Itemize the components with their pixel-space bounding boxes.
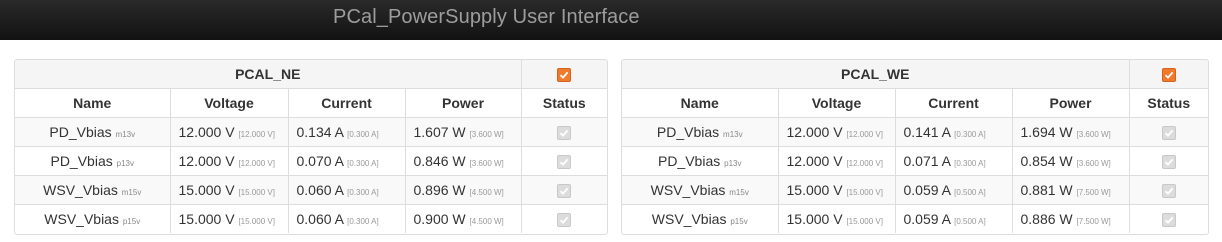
table-row: PD_Vbias m13v 12.000 V [12.000 V] 0.141 … bbox=[622, 117, 1208, 147]
power-cell: 1.694 W [3.600 W] bbox=[1011, 117, 1130, 147]
voltage-cell: 12.000 V [12.000 V] bbox=[169, 117, 289, 147]
status-cell bbox=[520, 146, 607, 176]
panel-pcal-we: PCAL_WE Name Voltage Current Power Statu… bbox=[621, 59, 1209, 235]
current-cell: 0.134 A [0.300 A] bbox=[287, 117, 406, 147]
status-checkbox bbox=[1161, 184, 1176, 199]
channel-name: PD_Vbias m13v bbox=[15, 117, 171, 147]
status-cell bbox=[520, 117, 607, 147]
col-header-status: Status bbox=[520, 88, 607, 118]
col-header-voltage: Voltage bbox=[169, 88, 289, 118]
system-enable-checkbox[interactable] bbox=[557, 68, 572, 83]
col-header-power: Power bbox=[1011, 88, 1130, 118]
col-header-name: Name bbox=[15, 88, 171, 118]
channel-name: PD_Vbias m13v bbox=[622, 117, 779, 147]
power-cell: 0.854 W [3.600 W] bbox=[1011, 146, 1130, 176]
current-cell: 0.060 A [0.300 A] bbox=[287, 175, 406, 205]
power-cell: 0.896 W [4.500 W] bbox=[404, 175, 522, 205]
enable-cell bbox=[1128, 60, 1208, 89]
checkmark-icon bbox=[560, 158, 569, 167]
voltage-cell: 15.000 V [15.000 V] bbox=[777, 204, 896, 233]
current-cell: 0.071 A [0.300 A] bbox=[894, 146, 1013, 176]
status-cell bbox=[1128, 175, 1208, 205]
checkmark-icon bbox=[1164, 71, 1174, 80]
table-row: PD_Vbias m13v 12.000 V [12.000 V] 0.134 … bbox=[15, 117, 607, 147]
current-cell: 0.141 A [0.300 A] bbox=[894, 117, 1013, 147]
voltage-cell: 15.000 V [15.000 V] bbox=[169, 175, 289, 205]
system-title: PCAL_WE bbox=[622, 60, 1130, 89]
table-row: PD_Vbias p13v 12.000 V [12.000 V] 0.071 … bbox=[622, 146, 1208, 176]
col-header-voltage: Voltage bbox=[777, 88, 896, 118]
status-cell bbox=[1128, 146, 1208, 176]
app-title: PCal_PowerSupply User Interface bbox=[333, 6, 640, 28]
status-cell bbox=[520, 175, 607, 205]
supply-table: PCAL_NE Name Voltage Current Power Statu… bbox=[15, 60, 607, 233]
table-row: WSV_Vbias p15v 15.000 V [15.000 V] 0.060… bbox=[15, 204, 607, 233]
panel-pcal-ne: PCAL_NE Name Voltage Current Power Statu… bbox=[14, 59, 608, 235]
col-header-power: Power bbox=[404, 88, 522, 118]
power-cell: 0.900 W [4.500 W] bbox=[404, 204, 522, 233]
current-cell: 0.059 A [0.500 A] bbox=[894, 204, 1013, 233]
col-header-name: Name bbox=[622, 88, 779, 118]
system-enable-checkbox[interactable] bbox=[1161, 68, 1176, 83]
col-header-current: Current bbox=[287, 88, 406, 118]
status-checkbox bbox=[557, 213, 572, 228]
checkmark-icon bbox=[1164, 129, 1174, 138]
current-cell: 0.059 A [0.500 A] bbox=[894, 175, 1013, 205]
voltage-cell: 12.000 V [12.000 V] bbox=[777, 146, 896, 176]
power-cell: 1.607 W [3.600 W] bbox=[404, 117, 522, 147]
checkmark-icon bbox=[560, 187, 569, 196]
checkmark-icon bbox=[1164, 187, 1174, 196]
status-checkbox bbox=[557, 126, 572, 141]
col-header-current: Current bbox=[894, 88, 1013, 118]
voltage-cell: 15.000 V [15.000 V] bbox=[169, 204, 289, 233]
power-cell: 0.881 W [7.500 W] bbox=[1011, 175, 1130, 205]
top-navbar: PCal_PowerSupply User Interface bbox=[0, 0, 1222, 40]
system-title: PCAL_NE bbox=[15, 60, 522, 89]
table-row: WSV_Vbias m15v 15.000 V [15.000 V] 0.059… bbox=[622, 175, 1208, 205]
col-header-status: Status bbox=[1128, 88, 1208, 118]
channel-name: WSV_Vbias m15v bbox=[15, 175, 171, 205]
checkmark-icon bbox=[560, 129, 569, 138]
checkmark-icon bbox=[1164, 158, 1174, 167]
channel-name: WSV_Vbias p15v bbox=[15, 204, 171, 233]
checkmark-icon bbox=[560, 216, 569, 225]
voltage-cell: 15.000 V [15.000 V] bbox=[777, 175, 896, 205]
status-checkbox bbox=[557, 184, 572, 199]
status-checkbox bbox=[1161, 126, 1176, 141]
channel-name: PD_Vbias p13v bbox=[622, 146, 779, 176]
status-cell bbox=[520, 204, 607, 233]
voltage-cell: 12.000 V [12.000 V] bbox=[777, 117, 896, 147]
status-cell bbox=[1128, 117, 1208, 147]
checkmark-icon bbox=[1164, 216, 1174, 225]
checkmark-icon bbox=[560, 71, 569, 80]
voltage-cell: 12.000 V [12.000 V] bbox=[169, 146, 289, 176]
channel-name: WSV_Vbias m15v bbox=[622, 175, 779, 205]
table-row: WSV_Vbias p15v 15.000 V [15.000 V] 0.059… bbox=[622, 204, 1208, 233]
current-cell: 0.060 A [0.300 A] bbox=[287, 204, 406, 233]
channel-name: PD_Vbias p13v bbox=[15, 146, 171, 176]
status-checkbox bbox=[1161, 213, 1176, 228]
status-checkbox bbox=[1161, 155, 1176, 170]
channel-name: WSV_Vbias p15v bbox=[622, 204, 779, 233]
table-row: WSV_Vbias m15v 15.000 V [15.000 V] 0.060… bbox=[15, 175, 607, 205]
enable-cell bbox=[520, 60, 607, 89]
current-cell: 0.070 A [0.300 A] bbox=[287, 146, 406, 176]
status-checkbox bbox=[557, 155, 572, 170]
power-cell: 0.846 W [3.600 W] bbox=[404, 146, 522, 176]
supply-table: PCAL_WE Name Voltage Current Power Statu… bbox=[622, 60, 1208, 233]
table-row: PD_Vbias p13v 12.000 V [12.000 V] 0.070 … bbox=[15, 146, 607, 176]
status-cell bbox=[1128, 204, 1208, 233]
power-cell: 0.886 W [7.500 W] bbox=[1011, 204, 1130, 233]
